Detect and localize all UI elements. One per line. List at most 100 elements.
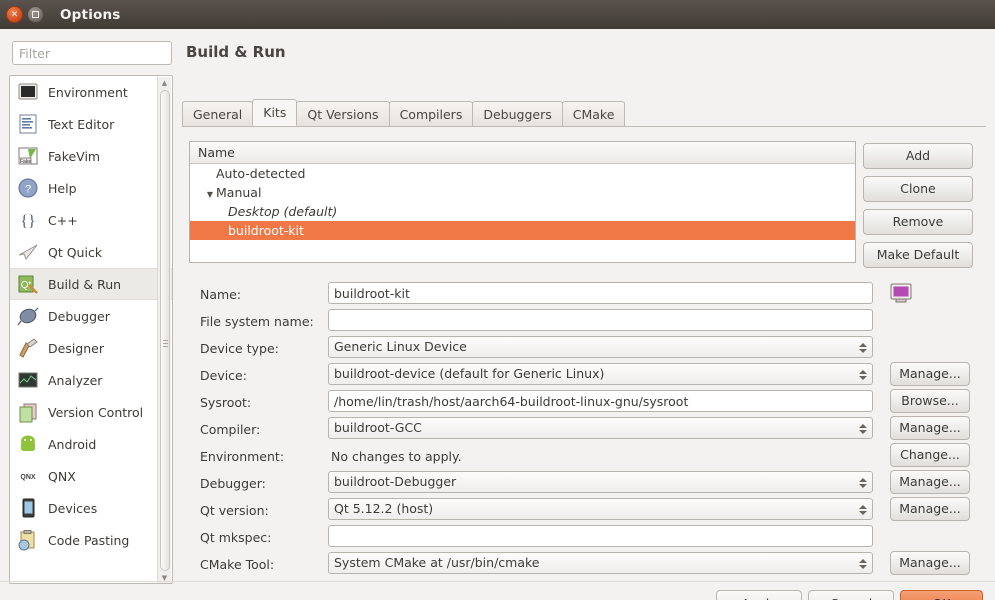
form-label: Sysroot: [200, 395, 251, 410]
device-manage-button[interactable]: Manage... [890, 362, 970, 386]
maximize-icon[interactable] [27, 6, 44, 23]
tab-compilers[interactable]: Compilers [389, 101, 474, 126]
compiler-combobox[interactable]: buildroot-GCC [328, 417, 873, 439]
form-row: Device type:Generic Linux Device [200, 336, 990, 363]
qt-mkspec-input[interactable] [328, 525, 873, 547]
form-label: Device: [200, 368, 247, 383]
devices-icon [17, 497, 39, 519]
svg-text:{}: {} [20, 213, 35, 230]
debugger-combobox[interactable]: buildroot-Debugger [328, 471, 873, 493]
scroll-up-icon[interactable]: ▲ [162, 77, 167, 89]
sidebar-item-build-run[interactable]: QtBuild & Run [10, 268, 172, 300]
debugger-manage-button[interactable]: Manage... [890, 470, 970, 494]
form-row: CMake Tool:System CMake at /usr/bin/cmak… [200, 552, 990, 579]
combo-arrows-icon[interactable] [857, 339, 868, 357]
footer-divider [0, 581, 995, 582]
sidebar-item-environment[interactable]: Environment [10, 76, 172, 108]
sysroot-input[interactable] [328, 390, 873, 412]
environment-change-button[interactable]: Change... [890, 443, 970, 467]
filter-input[interactable] [12, 41, 172, 65]
form-row: Environment:No changes to apply.Change..… [200, 444, 990, 471]
sidebar-item-debugger[interactable]: Debugger [10, 300, 172, 332]
options-dialog: Build & Run EnvironmentText EditorFakeFa… [0, 29, 995, 600]
sidebar-item-qt-quick[interactable]: Qt Quick [10, 236, 172, 268]
scrollbar-thumb[interactable] [160, 90, 170, 571]
close-icon[interactable]: ✕ [6, 6, 23, 23]
tab-qt-versions[interactable]: Qt Versions [296, 101, 389, 126]
sidebar-item-text-editor[interactable]: Text Editor [10, 108, 172, 140]
combo-arrows-icon[interactable] [857, 366, 868, 384]
sidebar-item-android[interactable]: Android [10, 428, 172, 460]
tab-bar: GeneralKitsQt VersionsCompilersDebuggers… [182, 101, 986, 127]
sidebar-item-version-control[interactable]: Version Control [10, 396, 172, 428]
form-label: Name: [200, 287, 241, 302]
svg-text:Fake: Fake [20, 159, 31, 165]
kit-row[interactable]: Auto-detected [190, 164, 855, 183]
device-type-combobox[interactable]: Generic Linux Device [328, 336, 873, 358]
kit-detail-form: Name: File system name: Device type:Generi… [200, 282, 990, 579]
name-input[interactable] [328, 282, 873, 304]
device-value: buildroot-device (default for Generic Li… [334, 366, 604, 381]
add-button[interactable]: Add [863, 143, 973, 169]
combo-arrows-icon[interactable] [857, 501, 868, 519]
sysroot-browse-button[interactable]: Browse... [890, 389, 970, 413]
cmake-tool-manage-button[interactable]: Manage... [890, 551, 970, 575]
cmake-tool-combobox[interactable]: System CMake at /usr/bin/cmake [328, 552, 873, 574]
make-default-button[interactable]: Make Default [863, 242, 973, 268]
svg-text:?: ? [25, 184, 31, 196]
debugger-value: buildroot-Debugger [334, 474, 456, 489]
qt-version-manage-button[interactable]: Manage... [890, 497, 970, 521]
kit-row[interactable]: buildroot-kit [190, 221, 855, 240]
ok-button[interactable]: OK [900, 590, 983, 600]
sidebar-item-c[interactable]: {}C++ [10, 204, 172, 236]
remove-button[interactable]: Remove [863, 209, 973, 235]
tab-debuggers[interactable]: Debuggers [472, 101, 562, 126]
combo-arrows-icon[interactable] [857, 555, 868, 573]
version-control-icon [17, 401, 39, 423]
environment-value: No changes to apply. [331, 449, 462, 464]
clone-button[interactable]: Clone [863, 176, 973, 202]
category-scrollbar[interactable]: ▲ ▼ [157, 77, 171, 584]
kit-table-column-header: Name [190, 142, 855, 164]
sidebar-item-designer[interactable]: Designer [10, 332, 172, 364]
file-system-name-input[interactable] [328, 309, 873, 331]
sidebar-item-analyzer[interactable]: Analyzer [10, 364, 172, 396]
qnx-icon: QNX [17, 465, 39, 487]
svg-text:QNX: QNX [20, 474, 36, 481]
chevron-down-icon[interactable]: ▼ [204, 185, 216, 204]
sidebar-item-qnx[interactable]: QNXQNX [10, 460, 172, 492]
tab-cmake[interactable]: CMake [562, 101, 626, 126]
compiler-manage-button[interactable]: Manage... [890, 416, 970, 440]
qt-version-combobox[interactable]: Qt 5.12.2 (host) [328, 498, 873, 520]
designer-icon [17, 337, 39, 359]
kit-row[interactable]: ▼Manual [190, 183, 855, 202]
device-combobox[interactable]: buildroot-device (default for Generic Li… [328, 363, 873, 385]
kit-row[interactable]: Desktop (default) [190, 202, 855, 221]
combo-arrows-icon[interactable] [857, 474, 868, 492]
tab-general[interactable]: General [182, 101, 253, 126]
form-row: Device: buildroot-device (default for Gen… [200, 363, 990, 390]
sidebar-item-devices[interactable]: Devices [10, 492, 172, 524]
debugger-icon [17, 305, 39, 327]
sidebar-item-label: Version Control [48, 405, 143, 420]
apply-button[interactable]: Apply [716, 590, 802, 600]
analyzer-icon [17, 369, 39, 391]
sidebar-item-label: Devices [48, 501, 97, 516]
form-row: Debugger:buildroot-DebuggerManage... [200, 471, 990, 498]
sidebar-item-label: Help [48, 181, 77, 196]
combo-arrows-icon[interactable] [857, 420, 868, 438]
sidebar-item-help[interactable]: ? Help [10, 172, 172, 204]
sidebar-item-label: Android [48, 437, 96, 452]
qt-quick-icon [17, 241, 39, 263]
tab-kits[interactable]: Kits [252, 99, 297, 126]
page-title: Build & Run [186, 43, 286, 61]
cancel-button[interactable]: Cancel [808, 590, 894, 600]
sidebar-item-label: Designer [48, 341, 104, 356]
form-label: File system name: [200, 314, 314, 329]
form-row: Qt version:Qt 5.12.2 (host)Manage... [200, 498, 990, 525]
sidebar-item-code-pasting[interactable]: Code Pasting [10, 524, 172, 556]
kit-row-label: buildroot-kit [228, 223, 304, 238]
sidebar-item-fakevim[interactable]: FakeFakeVim [10, 140, 172, 172]
scroll-down-icon[interactable]: ▼ [162, 572, 167, 584]
window-titlebar: ✕ Options [0, 0, 995, 29]
